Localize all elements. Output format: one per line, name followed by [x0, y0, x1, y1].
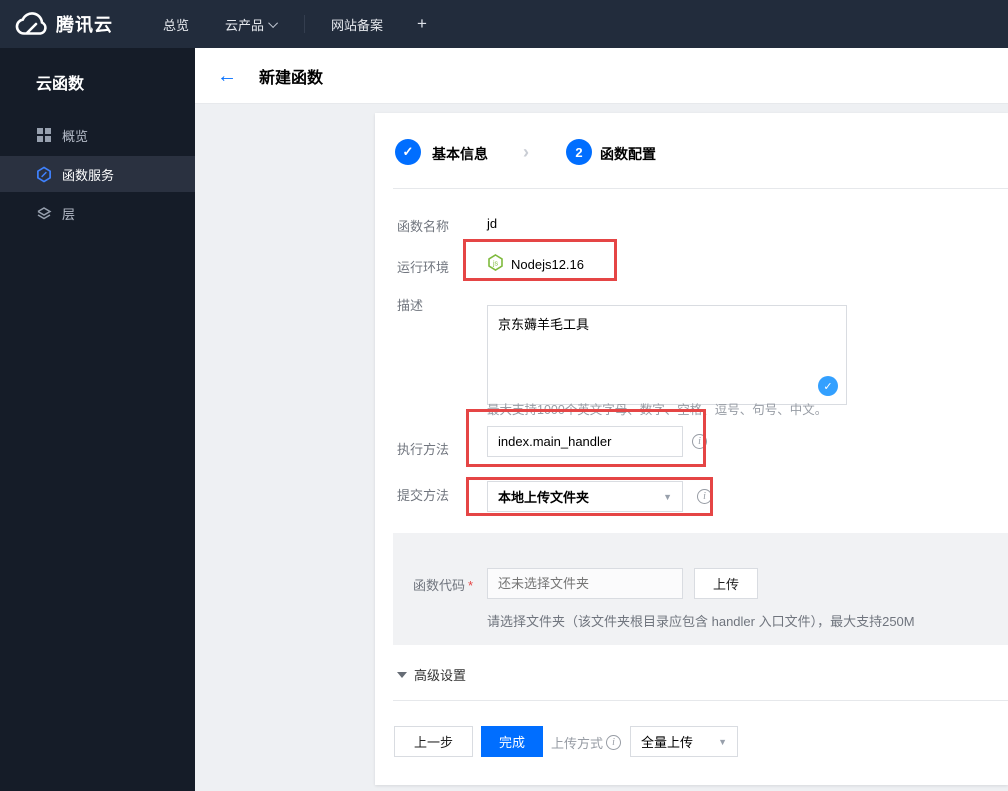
content-area: ✓ 基本信息 › 2 函数配置 函数名称 jd 运行环境 js Nodejs12… [195, 104, 1008, 791]
topbar: 腾讯云 总览 云产品 网站备案 + [0, 0, 1008, 48]
form-card: ✓ 基本信息 › 2 函数配置 函数名称 jd 运行环境 js Nodejs12… [375, 113, 1008, 785]
description-value: 京东薅羊毛工具 [498, 317, 590, 332]
sidebar: 云函数 概览 函数服务 层 [0, 48, 195, 791]
function-code-label: 函数代码 * [413, 578, 474, 593]
svg-text:js: js [492, 261, 499, 268]
upload-button[interactable]: 上传 [694, 568, 758, 599]
folder-path-input[interactable] [487, 568, 683, 599]
handler-info-icon[interactable]: i [692, 434, 707, 449]
tencent-cloud-logo[interactable]: 腾讯云 [14, 11, 113, 37]
page-header: ← 新建函数 [195, 48, 1008, 104]
upload-mode-caret-icon: ▼ [718, 736, 727, 747]
description-label: 描述 [397, 298, 424, 313]
sidebar-item-function-service[interactable]: 函数服务 [0, 156, 195, 192]
nav-overview[interactable]: 总览 [163, 15, 189, 34]
grid-icon [36, 127, 52, 143]
submit-method-label: 提交方法 [397, 488, 450, 503]
handler-input[interactable] [487, 426, 683, 457]
valid-check-icon: ✓ [818, 376, 838, 396]
back-arrow-icon[interactable]: ← [217, 66, 237, 86]
function-code-hint: 请选择文件夹（该文件夹根目录应包含 handler 入口文件），最大支持250M [487, 614, 915, 629]
sidebar-item-layers[interactable]: 层 [0, 194, 195, 232]
done-button[interactable]: 完成 [481, 726, 543, 757]
function-code-section: 函数代码* 上传 请选择文件夹（该文件夹根目录应包含 handler 入口文件）… [393, 533, 1008, 645]
submit-method-info-icon[interactable]: i [697, 489, 712, 504]
upload-mode-label: 上传方式 [551, 736, 604, 751]
function-name-value: jd [487, 216, 498, 231]
handler-label: 执行方法 [397, 442, 450, 457]
function-hexagon-icon [36, 165, 52, 183]
collapse-caret-icon [397, 671, 407, 678]
step-function-config-circle: 2 [566, 139, 592, 165]
nav-products[interactable]: 云产品 [225, 15, 279, 34]
submit-method-select[interactable]: 本地上传文件夹 ▼ [487, 481, 683, 512]
previous-step-button[interactable]: 上一步 [394, 726, 473, 757]
step-function-config-label: 函数配置 [600, 146, 656, 162]
upload-mode-value: 全量上传 [641, 735, 694, 750]
step-separator-icon: › [523, 142, 529, 162]
nodejs-icon: js [487, 254, 504, 271]
function-name-label: 函数名称 [397, 219, 450, 234]
nav-beian[interactable]: 网站备案 [331, 15, 383, 34]
nav-divider [304, 15, 306, 33]
description-textarea[interactable]: 京东薅羊毛工具 ✓ [487, 305, 847, 405]
chevron-down-icon [268, 17, 279, 28]
submit-method-value: 本地上传文件夹 [498, 490, 590, 505]
upload-mode-info-icon[interactable]: i [606, 735, 622, 750]
page-title: 新建函数 [259, 69, 324, 87]
brand-name: 腾讯云 [56, 15, 113, 35]
step-basic-info-circle: ✓ [395, 139, 421, 165]
required-asterisk: * [468, 578, 474, 593]
runtime-label: 运行环境 [397, 260, 450, 275]
check-icon: ✓ [395, 139, 421, 165]
upload-mode-select[interactable]: 全量上传 ▼ [630, 726, 738, 757]
sidebar-title: 云函数 [36, 76, 85, 93]
top-navigation: 总览 云产品 网站备案 + [145, 14, 427, 34]
upload-mode-label-wrap: 上传方式 i [551, 733, 622, 752]
description-hint: 最大支持1000个英文字母、数字、空格、逗号、句号、中文。 [487, 403, 828, 417]
steps-divider [393, 188, 1008, 189]
step-number: 2 [566, 139, 592, 165]
footer-divider [393, 700, 1008, 701]
sidebar-item-overview[interactable]: 概览 [0, 116, 195, 154]
advanced-settings-toggle[interactable]: 高级设置 [397, 665, 466, 684]
layers-icon [36, 205, 52, 221]
step-basic-info-label: 基本信息 [432, 146, 488, 162]
runtime-value: Nodejs12.16 [511, 257, 584, 272]
select-caret-icon: ▼ [663, 491, 672, 502]
add-tab-icon[interactable]: + [417, 14, 427, 34]
cloud-logo-icon [14, 12, 48, 36]
